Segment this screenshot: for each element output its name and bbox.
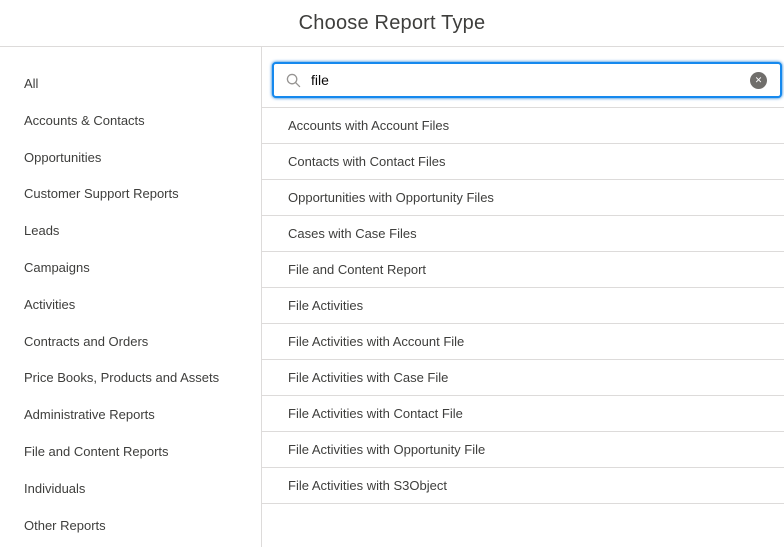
report-type-label: File and Content Report xyxy=(288,262,426,277)
sidebar-item-category[interactable]: Customer Support Reports xyxy=(0,176,261,213)
sidebar-item-label: File and Content Reports xyxy=(24,444,169,459)
report-type-row[interactable]: Opportunities with Opportunity Files xyxy=(262,180,784,216)
sidebar-item-category[interactable]: Campaigns xyxy=(0,250,261,287)
report-type-label: Cases with Case Files xyxy=(288,226,417,241)
report-type-row[interactable]: File Activities with Case File xyxy=(262,360,784,396)
sidebar-item-category[interactable]: Other Reports xyxy=(0,508,261,545)
sidebar-item-category[interactable]: Accounts & Contacts xyxy=(0,103,261,140)
sidebar-item-label: Administrative Reports xyxy=(24,407,155,422)
sidebar-item-category[interactable]: Leads xyxy=(0,213,261,250)
sidebar-item-category[interactable]: Opportunities xyxy=(0,140,261,177)
search-icon xyxy=(286,73,301,88)
choose-report-type-modal: Choose Report Type All Accounts & Contac… xyxy=(0,0,784,547)
sidebar-item-category[interactable]: Price Books, Products and Assets xyxy=(0,360,261,397)
sidebar-item-category[interactable]: All xyxy=(0,66,261,103)
sidebar-item-label: Individuals xyxy=(24,481,85,496)
modal-body: All Accounts & Contacts Opportunities Cu… xyxy=(0,47,784,547)
report-type-label: File Activities with S3Object xyxy=(288,478,447,493)
report-type-row[interactable]: File Activities with S3Object xyxy=(262,468,784,504)
sidebar-item-label: Activities xyxy=(24,297,75,312)
report-category-sidebar: All Accounts & Contacts Opportunities Cu… xyxy=(0,47,262,547)
modal-header: Choose Report Type xyxy=(0,0,784,47)
report-type-row[interactable]: Cases with Case Files xyxy=(262,216,784,252)
page-title: Choose Report Type xyxy=(299,12,486,35)
sidebar-item-category[interactable]: File and Content Reports xyxy=(0,434,261,471)
sidebar-item-category[interactable]: Administrative Reports xyxy=(0,397,261,434)
report-type-row[interactable]: File Activities with Contact File xyxy=(262,396,784,432)
report-type-row[interactable]: File and Content Report xyxy=(262,252,784,288)
sidebar-item-label: Other Reports xyxy=(24,518,106,533)
sidebar-item-label: Accounts & Contacts xyxy=(24,113,145,128)
report-type-panel: ✕ Accounts with Account Files Contacts w… xyxy=(262,47,784,547)
sidebar-item-label: Contracts and Orders xyxy=(24,334,148,349)
sidebar-item-label: Opportunities xyxy=(24,150,101,165)
report-type-row[interactable]: File Activities xyxy=(262,288,784,324)
report-type-label: Contacts with Contact Files xyxy=(288,154,446,169)
clear-search-button[interactable]: ✕ xyxy=(750,72,767,89)
report-type-label: File Activities with Account File xyxy=(288,334,464,349)
report-type-label: Opportunities with Opportunity Files xyxy=(288,190,494,205)
sidebar-item-label: Customer Support Reports xyxy=(24,186,179,201)
sidebar-item-label: Price Books, Products and Assets xyxy=(24,370,219,385)
report-type-row[interactable]: Contacts with Contact Files xyxy=(262,144,784,180)
search-area: ✕ xyxy=(262,47,784,108)
report-type-label: File Activities xyxy=(288,298,363,313)
sidebar-item-label: Leads xyxy=(24,223,59,238)
sidebar-item-label: Campaigns xyxy=(24,260,90,275)
report-type-label: File Activities with Contact File xyxy=(288,406,463,421)
report-type-list: Accounts with Account Files Contacts wit… xyxy=(262,108,784,504)
sidebar-item-category[interactable]: Activities xyxy=(0,287,261,324)
report-type-label: File Activities with Case File xyxy=(288,370,448,385)
search-input[interactable] xyxy=(301,64,750,96)
report-type-row[interactable]: File Activities with Account File xyxy=(262,324,784,360)
sidebar-item-category[interactable]: Contracts and Orders xyxy=(0,324,261,361)
report-type-row[interactable]: File Activities with Opportunity File xyxy=(262,432,784,468)
report-type-row[interactable]: Accounts with Account Files xyxy=(262,108,784,144)
clear-icon: ✕ xyxy=(755,75,763,85)
report-type-label: Accounts with Account Files xyxy=(288,118,449,133)
report-type-label: File Activities with Opportunity File xyxy=(288,442,485,457)
sidebar-item-category[interactable]: Individuals xyxy=(0,471,261,508)
sidebar-item-label: All xyxy=(24,76,38,91)
search-box: ✕ xyxy=(272,62,782,98)
